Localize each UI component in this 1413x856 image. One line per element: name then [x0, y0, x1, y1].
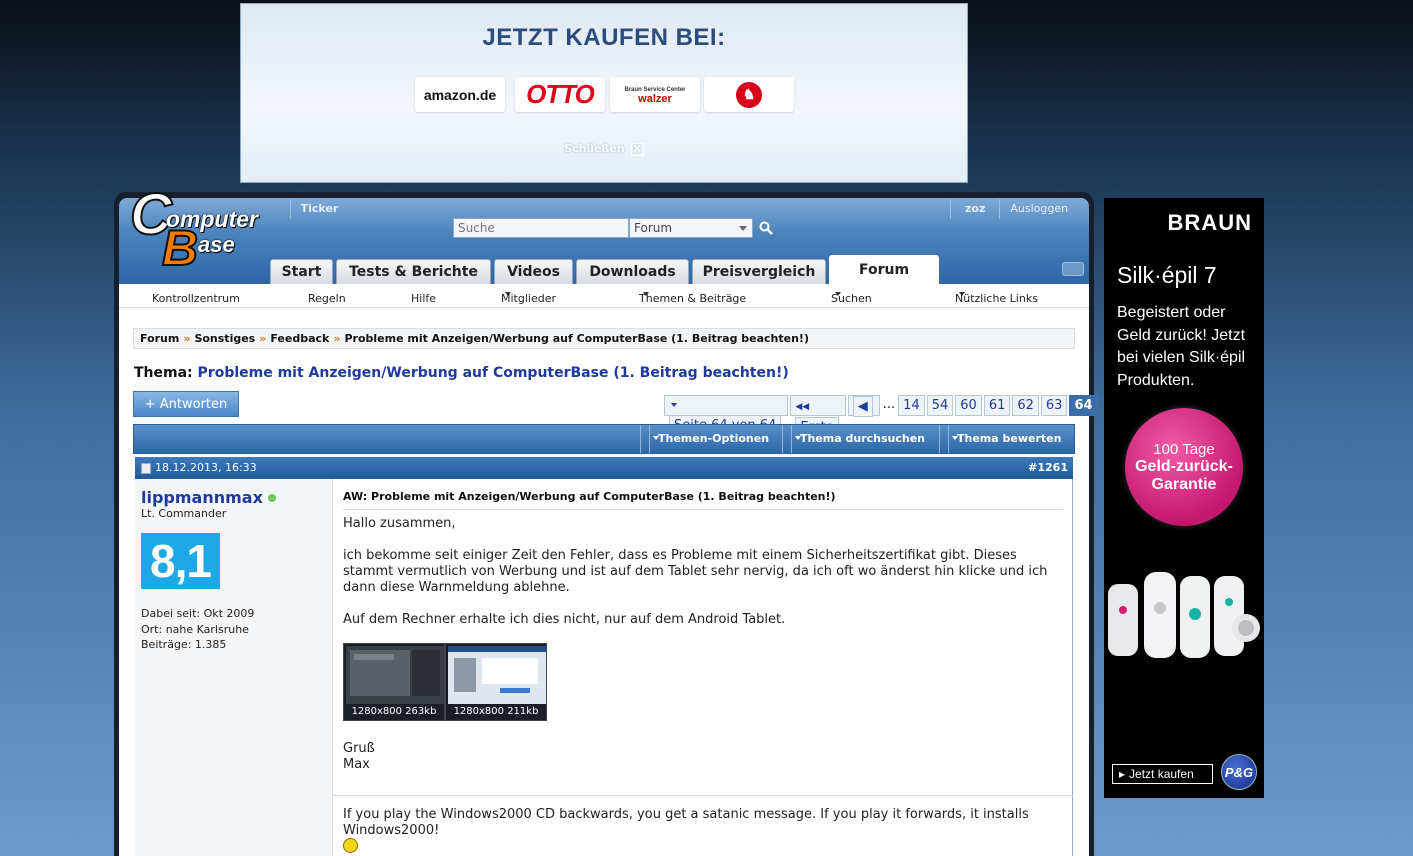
search-scope-select[interactable]: Forum [629, 218, 753, 238]
double-left-icon: ◀◀ [795, 402, 810, 412]
subnav-suchen[interactable]: Suchen [831, 288, 872, 305]
thread-options-menu[interactable]: Themen-Optionen [640, 425, 782, 453]
pagination: Seite 64 von 64 ◀◀Erste ◀ ... 14 54 60 6… [664, 395, 1100, 438]
tab-forum[interactable]: Forum [829, 255, 939, 284]
page-link-63[interactable]: 63 [1040, 395, 1068, 416]
post-header: 18.12.2013, 16:33 #1261 [135, 457, 1073, 479]
post-paragraph: ich bekomme seit einiger Zeit den Fehler… [343, 548, 1048, 595]
post-title: AW: Probleme mit Anzeigen/Werbung auf Co… [343, 490, 836, 503]
prev-page-link[interactable]: ◀ [847, 395, 880, 417]
attachment-thumbnail[interactable]: 1280x800 263kb [343, 643, 445, 721]
subnav-nuetzliche-links[interactable]: Nützliche Links [955, 288, 1038, 305]
buy-now-button[interactable]: ▸ Jetzt kaufen [1112, 764, 1213, 784]
sub-navigation: Kontrollzentrum Regeln Hilfe Mitglieder … [119, 284, 1089, 308]
screenshot-thumbnail-image [448, 646, 546, 704]
post-closing: Max [343, 757, 370, 772]
guarantee-badge: 100 Tage Geld-zurück-Garantie [1125, 408, 1243, 526]
play-icon: ▸ [1119, 767, 1126, 781]
attachment-caption: 1280x800 263kb [351, 706, 437, 717]
page-title: Thema: Probleme mit Anzeigen/Werbung auf… [134, 365, 789, 381]
user-score-badge: 8,1 [141, 533, 220, 589]
user-post-count: Beiträge: 1.385 [141, 638, 227, 651]
divider [343, 509, 1063, 510]
rossmann-icon: ♞ [736, 81, 762, 108]
rossmann-logo[interactable]: ♞ [704, 77, 794, 112]
screenshot-thumbnail-image [346, 646, 444, 704]
subnav-mitglieder[interactable]: Mitglieder [501, 288, 556, 305]
post-date: 18.12.2013, 16:33 [155, 461, 257, 474]
thread-title-link[interactable]: Probleme mit Anzeigen/Werbung auf Comput… [198, 365, 789, 381]
pg-logo: P&G [1221, 754, 1257, 790]
page-link-14[interactable]: 14 [898, 395, 925, 416]
logout-link[interactable]: Ausloggen [1000, 199, 1078, 219]
tab-videos[interactable]: Videos [494, 259, 573, 284]
breadcrumb-feedback[interactable]: Feedback [270, 332, 329, 345]
tab-downloads[interactable]: Downloads [576, 259, 689, 284]
thread-rate-menu[interactable]: Thema bewerten [939, 425, 1075, 453]
braun-logo: BRAUN [1167, 210, 1252, 235]
user-rank: Lt. Commander [141, 507, 227, 520]
post-greeting: Hallo zusammen, [343, 516, 456, 531]
page-link-54[interactable]: 54 [926, 395, 954, 416]
resize-icon[interactable] [1062, 262, 1084, 276]
breadcrumb: Forum» Sonstiges» Feedback» Probleme mit An… [133, 328, 1075, 349]
subnav-themen-beitraege[interactable]: Themen & Beiträge [639, 288, 746, 305]
post-closing: Gruß [343, 741, 375, 756]
current-page: 64 [1069, 395, 1098, 416]
left-arrow-icon: ◀ [852, 396, 873, 417]
user-links: zoz Ausloggen [950, 199, 1078, 219]
chevron-down-icon [671, 403, 677, 407]
signature-divider [333, 795, 1073, 796]
thread-search-menu[interactable]: Thema durchsuchen [782, 425, 939, 453]
ad-headline: JETZT KAUFEN BEI: [482, 24, 726, 51]
ad-claim: Begeistert oder Geld zurück! Jetzt bei v… [1117, 304, 1246, 389]
username-link[interactable]: zoz [951, 199, 1001, 219]
breadcrumb-current: Probleme mit Anzeigen/Werbung auf Comput… [344, 332, 809, 345]
smiley-icon [343, 838, 358, 853]
ad-product-name: Silk·épil 7 [1117, 262, 1217, 288]
breadcrumb-sonstiges[interactable]: Sonstiges [194, 332, 255, 345]
tab-preisvergleich[interactable]: Preisvergleich [692, 259, 826, 284]
ticker-link[interactable]: Ticker [290, 199, 348, 219]
reply-button[interactable]: + Antworten [133, 391, 239, 417]
user-location: Ort: nahe Karlsruhe [141, 623, 249, 636]
search-input[interactable] [453, 218, 629, 238]
amazon-logo[interactable]: amazon.de [415, 77, 505, 112]
close-icon: X [630, 143, 644, 156]
page-link-61[interactable]: 61 [983, 395, 1011, 416]
top-advertisement[interactable]: JETZT KAUFEN BEI: amazon.de OTTO Braun S… [240, 3, 968, 183]
computerbase-logo[interactable]: C omputer B ase [129, 185, 280, 276]
attachment-thumbnail[interactable]: 1280x800 211kb [445, 643, 547, 721]
search-icon[interactable] [759, 221, 773, 235]
post-signature: If you play the Windows2000 CD backwards… [343, 807, 1029, 838]
page-link-62[interactable]: 62 [1012, 395, 1039, 416]
first-page-link[interactable]: ◀◀Erste [790, 395, 846, 438]
tab-tests-berichte[interactable]: Tests & Berichte [336, 259, 491, 284]
side-advertisement[interactable]: BRAUN Silk·épil 7 Begeistert oder Geld z… [1104, 198, 1264, 798]
page-link-60[interactable]: 60 [955, 395, 982, 416]
epilator-devices-image [1108, 572, 1260, 658]
otto-logo[interactable]: OTTO [515, 77, 605, 112]
user-joined: Dabei seit: Okt 2009 [141, 607, 255, 620]
online-status-icon [268, 494, 276, 502]
post-author-link[interactable]: lippmannmax [141, 488, 263, 507]
walzer-logo[interactable]: Braun Service Center walzer [610, 77, 700, 112]
tab-start[interactable]: Start [270, 259, 333, 284]
page-info-dropdown[interactable]: Seite 64 von 64 [664, 395, 789, 436]
post-document-icon [141, 463, 151, 474]
chevron-down-icon [739, 226, 747, 231]
post-paragraph: Auf dem Rechner erhalte ich dies nicht, … [343, 612, 786, 627]
ad-close-button[interactable]: Schließen X [241, 142, 967, 156]
thread-tools-bar: Themen-Optionen Thema durchsuchen Thema … [133, 424, 1075, 454]
post-number-link[interactable]: #1261 [1028, 457, 1068, 479]
attachment-caption: 1280x800 211kb [453, 706, 539, 717]
breadcrumb-forum[interactable]: Forum [140, 332, 179, 345]
